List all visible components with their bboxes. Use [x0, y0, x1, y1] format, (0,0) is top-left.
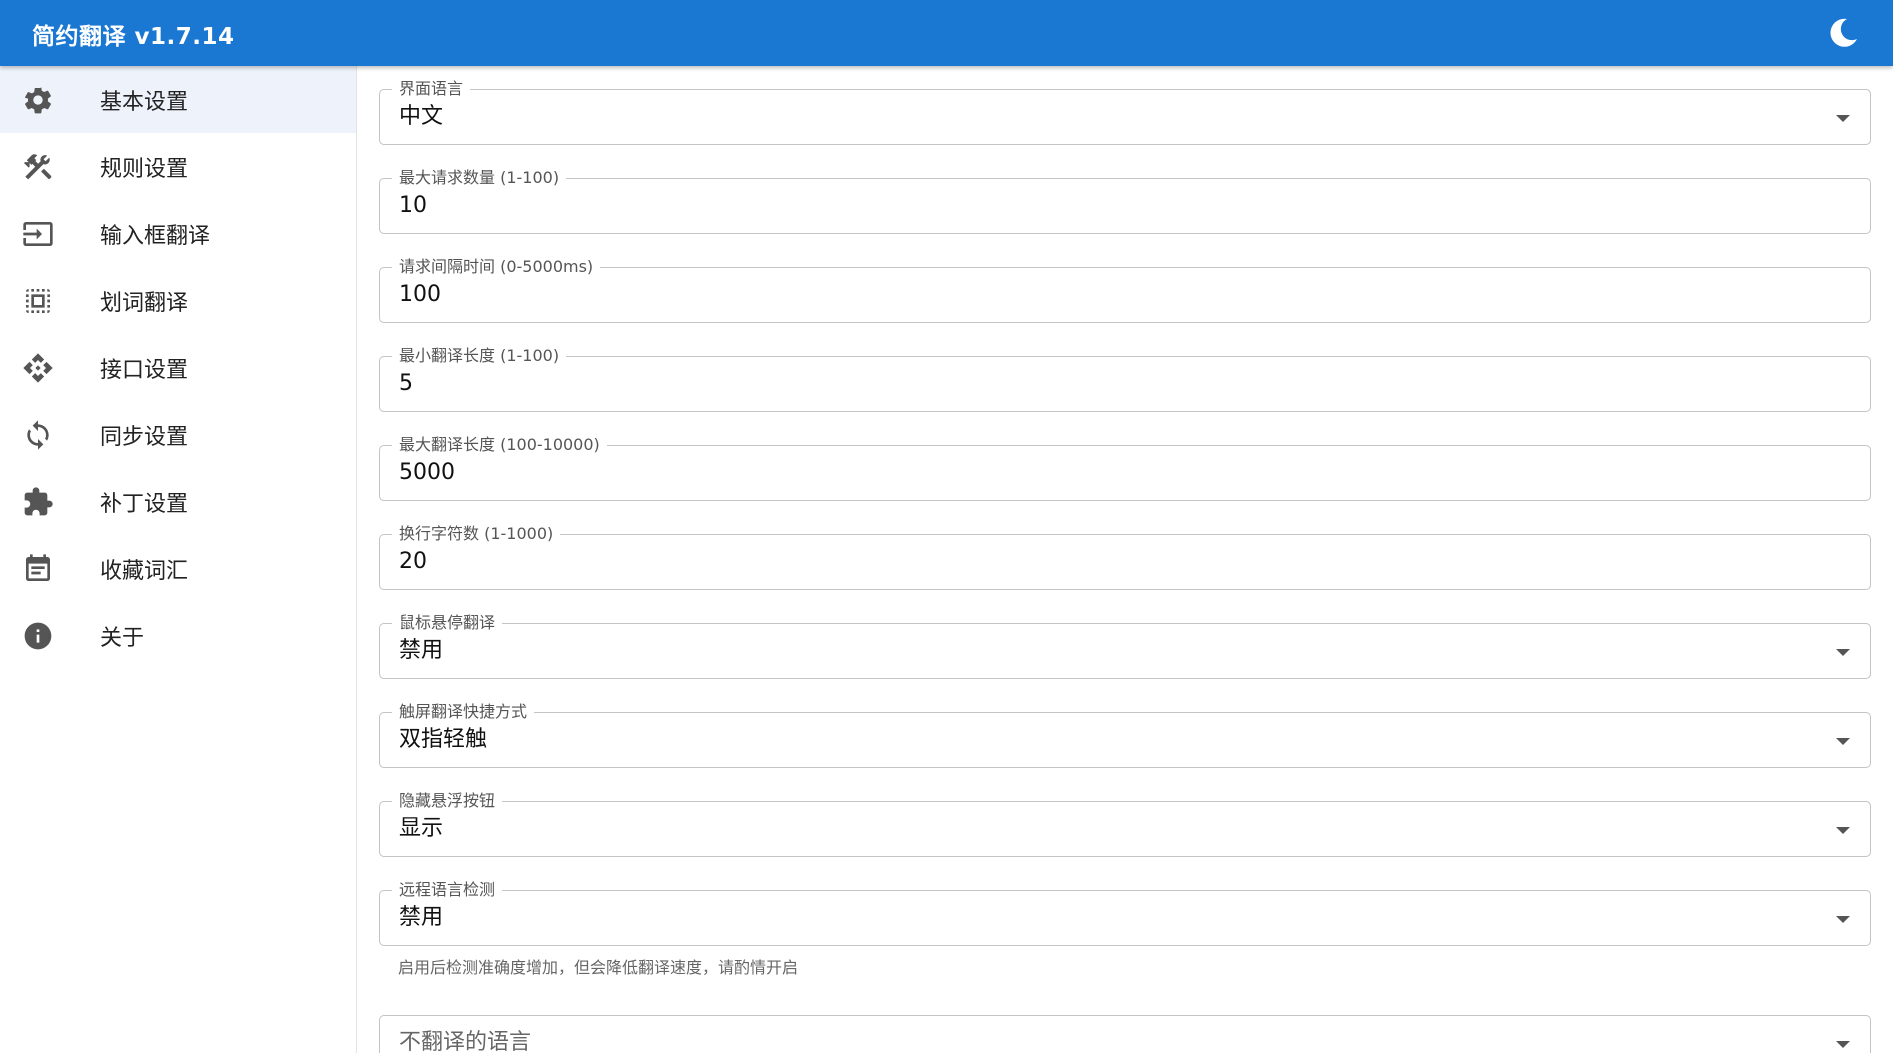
ui-language-select[interactable]: 界面语言 中文 — [379, 79, 1871, 145]
sidebar-item-label: 输入框翻译 — [100, 223, 211, 249]
skip-languages-select[interactable]: 不翻译的语言 — [379, 1015, 1871, 1053]
sidebar-item-patch-settings[interactable]: 补丁设置 — [0, 468, 356, 535]
newline-chars-input[interactable]: 换行字符数 (1-1000) 20 — [379, 524, 1871, 590]
field-placeholder: 不翻译的语言 — [399, 1030, 532, 1053]
sidebar-item-label: 划词翻译 — [100, 290, 189, 316]
sidebar: 基本设置 规则设置 输入框翻译 划词翻译 接口设置 同步设置 补丁设置 收藏词汇… — [0, 66, 357, 1053]
app-root: 简约翻译 v1.7.14 基本设置 规则设置 输入框翻译 划词翻译 接口设置 同… — [0, 0, 1893, 1053]
field-label: 换行字符数 (1-1000) — [392, 524, 561, 544]
min-length-input[interactable]: 最小翻译长度 (1-100) 5 — [379, 346, 1871, 412]
sidebar-item-label: 基本设置 — [100, 89, 189, 115]
settings-panel: 界面语言 中文 最大请求数量 (1-100) 10 请求间隔时间 (0-5000… — [357, 66, 1893, 1053]
chevron-down-icon — [1836, 115, 1850, 122]
info-icon — [22, 620, 54, 652]
theme-toggle-button[interactable] — [1825, 15, 1861, 51]
sidebar-item-label: 同步设置 — [100, 424, 189, 450]
max-length-input[interactable]: 最大翻译长度 (100-10000) 5000 — [379, 435, 1871, 501]
field-value: 5 — [399, 371, 413, 396]
field-value: 5000 — [399, 460, 455, 485]
field-value: 双指轻触 — [399, 727, 488, 752]
sidebar-item-about[interactable]: 关于 — [0, 602, 356, 669]
sidebar-item-label: 规则设置 — [100, 156, 189, 182]
sidebar-item-selection-translate[interactable]: 划词翻译 — [0, 267, 356, 334]
field-value: 禁用 — [399, 638, 444, 663]
field-label: 界面语言 — [392, 79, 471, 99]
field-label: 最大翻译长度 (100-10000) — [392, 435, 607, 455]
chevron-down-icon — [1836, 738, 1850, 745]
field-label: 最小翻译长度 (1-100) — [392, 346, 567, 366]
request-interval-input[interactable]: 请求间隔时间 (0-5000ms) 100 — [379, 257, 1871, 323]
sidebar-item-label: 关于 — [100, 625, 145, 651]
sidebar-item-basic-settings[interactable]: 基本设置 — [0, 66, 356, 133]
sidebar-item-rule-settings[interactable]: 规则设置 — [0, 133, 356, 200]
gear-icon — [22, 84, 54, 116]
field-value: 禁用 — [399, 905, 444, 930]
field-label: 请求间隔时间 (0-5000ms) — [392, 257, 601, 277]
input-icon — [22, 218, 54, 250]
sidebar-item-label: 收藏词汇 — [100, 558, 189, 584]
select-icon — [22, 285, 54, 317]
field-label: 隐藏悬浮按钮 — [392, 791, 503, 811]
remote-detect-helper-text: 启用后检测准确度增加，但会降低翻译速度，请酌情开启 — [398, 958, 799, 977]
field-value: 10 — [399, 193, 427, 218]
api-icon — [22, 352, 54, 384]
tools-icon — [22, 151, 54, 183]
touch-shortcut-select[interactable]: 触屏翻译快捷方式 双指轻触 — [379, 702, 1871, 768]
chevron-down-icon — [1836, 649, 1850, 656]
app-title: 简约翻译 v1.7.14 — [32, 24, 235, 50]
sidebar-item-label: 接口设置 — [100, 357, 189, 383]
sidebar-item-input-translate[interactable]: 输入框翻译 — [0, 200, 356, 267]
sidebar-item-favorite-words[interactable]: 收藏词汇 — [0, 535, 356, 602]
hover-translate-select[interactable]: 鼠标悬停翻译 禁用 — [379, 613, 1871, 679]
field-label: 触屏翻译快捷方式 — [392, 702, 535, 722]
field-label: 远程语言检测 — [392, 880, 503, 900]
chevron-down-icon — [1836, 916, 1850, 923]
moon-icon — [1830, 18, 1857, 47]
sidebar-item-api-settings[interactable]: 接口设置 — [0, 334, 356, 401]
field-value: 中文 — [399, 104, 444, 129]
sync-icon — [22, 419, 54, 451]
hide-fab-select[interactable]: 隐藏悬浮按钮 显示 — [379, 791, 1871, 857]
sidebar-item-label: 补丁设置 — [100, 491, 189, 517]
app-header: 简约翻译 v1.7.14 — [0, 0, 1893, 66]
field-label: 最大请求数量 (1-100) — [392, 168, 567, 188]
field-value: 20 — [399, 549, 427, 574]
calendar-icon — [22, 553, 54, 585]
chevron-down-icon — [1836, 827, 1850, 834]
field-label: 鼠标悬停翻译 — [392, 613, 503, 633]
max-requests-input[interactable]: 最大请求数量 (1-100) 10 — [379, 168, 1871, 234]
field-value: 显示 — [399, 816, 444, 841]
sidebar-item-sync-settings[interactable]: 同步设置 — [0, 401, 356, 468]
patch-icon — [22, 486, 54, 518]
field-value: 100 — [399, 282, 441, 307]
remote-detect-select[interactable]: 远程语言检测 禁用 — [379, 880, 1871, 946]
chevron-down-icon — [1836, 1041, 1850, 1048]
